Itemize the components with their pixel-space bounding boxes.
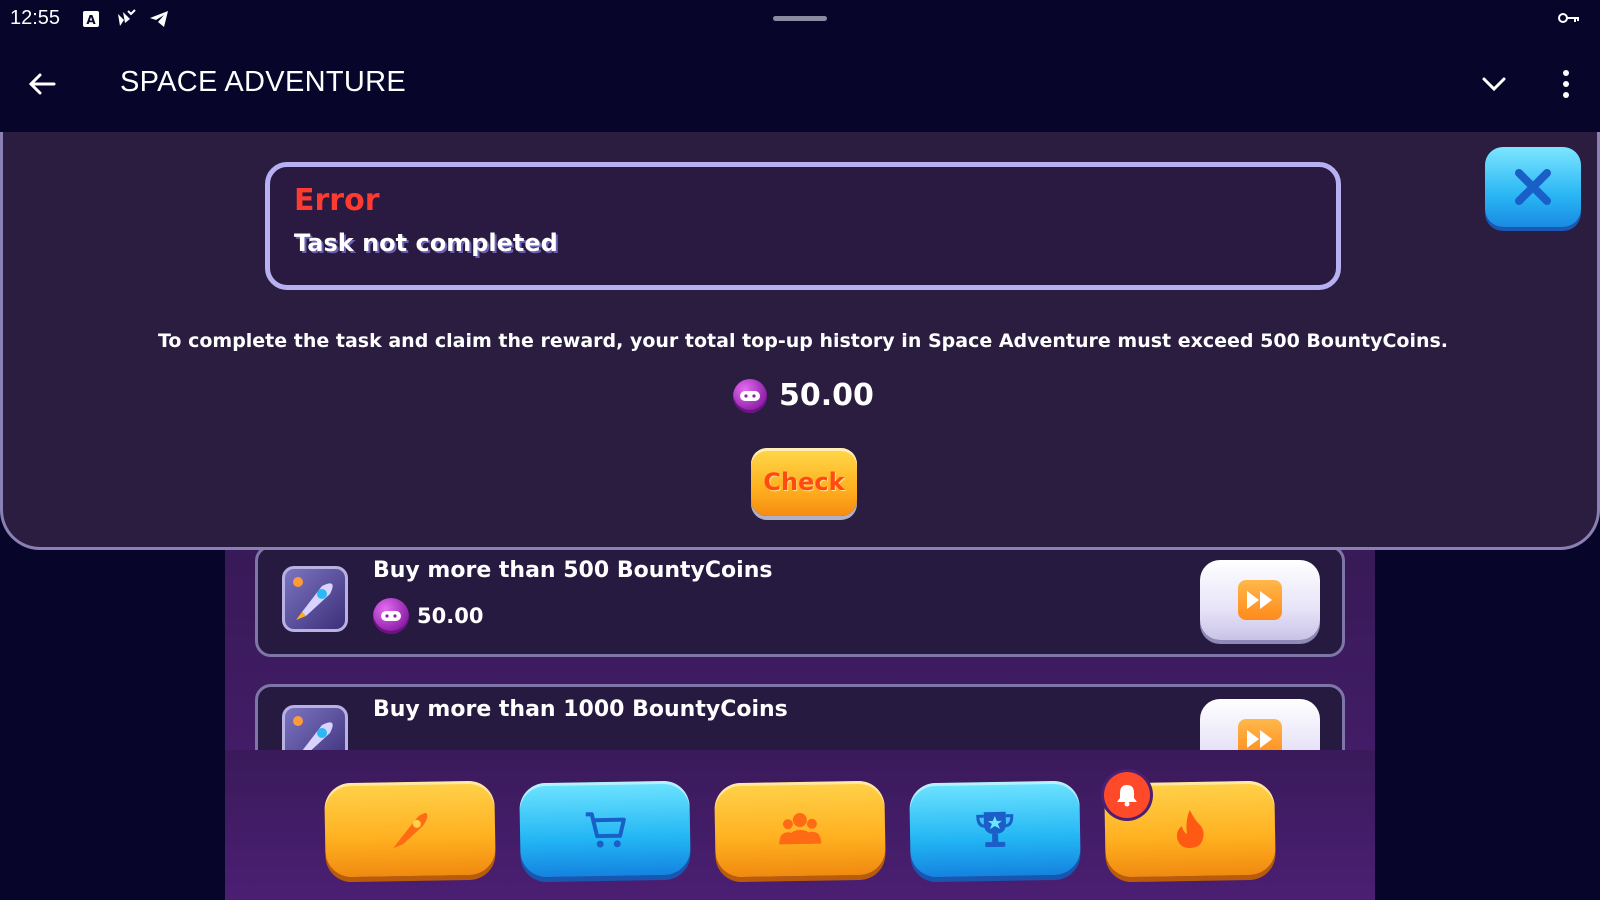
- rocket-task-icon: [282, 566, 348, 632]
- task-title: Buy more than 500 BountyCoins: [373, 558, 773, 583]
- coin-icon: [733, 378, 767, 413]
- nav-friends-button[interactable]: [714, 780, 886, 878]
- cart-icon: [585, 812, 626, 848]
- page-title: SPACE ADVENTURE: [120, 66, 406, 98]
- status-bar: 12:55 A: [0, 0, 1600, 38]
- close-icon: [1515, 169, 1551, 205]
- bell-icon: [1117, 785, 1137, 807]
- modal-reward: 50.00: [733, 378, 874, 413]
- task-reward: 50.00: [373, 598, 483, 634]
- close-button[interactable]: [1485, 147, 1581, 227]
- more-options-button[interactable]: [1548, 66, 1584, 102]
- check-button[interactable]: Check: [751, 448, 857, 516]
- drag-handle[interactable]: [773, 16, 827, 21]
- collapse-button[interactable]: [1476, 66, 1512, 102]
- chevron-down-icon: [1482, 77, 1506, 92]
- fire-icon: [1176, 810, 1204, 848]
- fast-forward-icon: [1238, 580, 1282, 620]
- telegram-icon: [148, 8, 170, 30]
- trophy-icon: [976, 811, 1014, 848]
- modal-reward-amount: 50.00: [779, 378, 874, 413]
- satellite-icon: [114, 8, 136, 30]
- status-time: 12:55: [10, 7, 61, 29]
- back-arrow-icon: [28, 73, 56, 95]
- rocket-icon: [393, 813, 428, 849]
- svg-text:A: A: [86, 13, 96, 27]
- status-icons: A: [80, 8, 170, 30]
- keyboard-a-icon: A: [80, 8, 102, 30]
- go-task-button[interactable]: [1200, 560, 1320, 640]
- error-message: Task not completed: [294, 229, 558, 257]
- nav-rocket-button[interactable]: [324, 780, 496, 878]
- notification-badge: [1104, 772, 1150, 818]
- task-reward-amount: 50.00: [417, 604, 484, 628]
- app-bar: SPACE ADVENTURE: [0, 38, 1600, 132]
- task-description: To complete the task and claim the rewar…: [157, 330, 1449, 352]
- coin-icon: [373, 598, 409, 634]
- nav-leaderboard-button[interactable]: [909, 780, 1081, 878]
- task-title: Buy more than 1000 BountyCoins: [373, 697, 788, 722]
- back-button[interactable]: [24, 66, 60, 102]
- friends-icon: [779, 813, 822, 845]
- key-icon: [1558, 10, 1580, 29]
- more-vert-icon: [1563, 70, 1569, 98]
- nav-shop-button[interactable]: [519, 780, 691, 878]
- task-card: Buy more than 500 BountyCoins 50.00: [255, 545, 1345, 657]
- task-modal: Error Task not completed To complete the…: [0, 132, 1600, 550]
- error-title: Error: [294, 183, 380, 218]
- error-toast: Error Task not completed: [265, 162, 1341, 290]
